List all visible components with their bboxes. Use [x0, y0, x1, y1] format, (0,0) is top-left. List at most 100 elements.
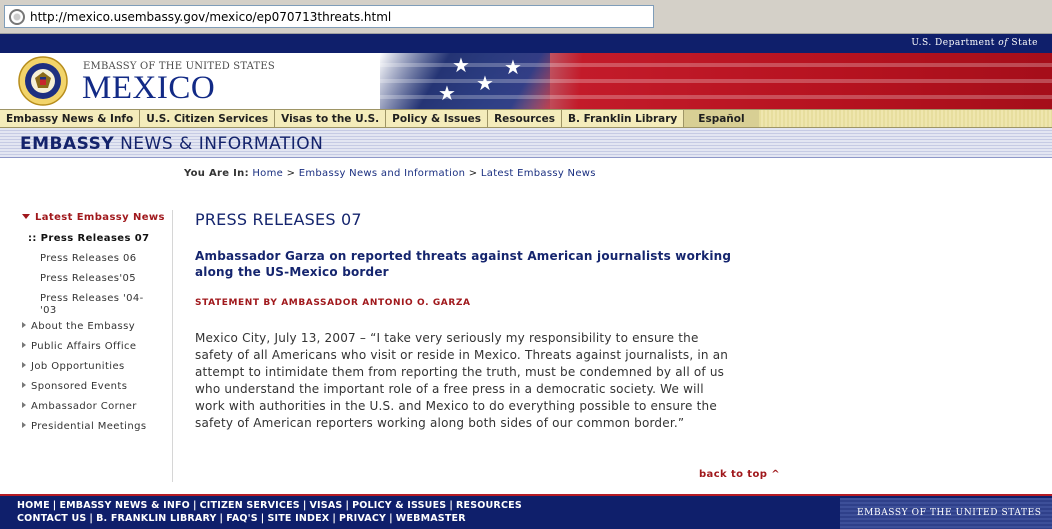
footer-link-citizen[interactable]: CITIZEN SERVICES [200, 500, 300, 511]
footer-link-visas[interactable]: VISAS [310, 500, 343, 511]
sidebar-item-label: Presidential Meetings [31, 421, 147, 432]
footer-link-news[interactable]: EMBASSY NEWS & INFO [59, 500, 190, 511]
address-url[interactable]: http://mexico.usembassy.gov/mexico/ep070… [30, 10, 391, 24]
sidebar-item-label: About the Embassy [31, 321, 136, 332]
flag-stripe [380, 95, 1052, 99]
footer-row-2: CONTACT US | B. FRANKLIN LIBRARY | FAQ'S | SIT… [17, 513, 466, 524]
body-line: safety of American reporters working alo… [195, 416, 685, 430]
sidebar-item-label: Public Affairs Office [31, 341, 137, 352]
footer-sep: | [332, 513, 336, 524]
star-icon: ★ [476, 71, 494, 95]
article-headline: Ambassador Garza on reported threats aga… [195, 248, 770, 280]
nav-citizen-services[interactable]: U.S. Citizen Services [140, 110, 276, 127]
sidebar-item-press-06[interactable]: Press Releases 06 [40, 253, 136, 264]
footer-link-library[interactable]: B. FRANKLIN LIBRARY [96, 513, 216, 524]
breadcrumb-sep: > [283, 168, 299, 179]
footer: HOME | EMBASSY NEWS & INFO | CITIZEN SERVICE… [0, 494, 1052, 529]
sidebar-item-public-affairs[interactable]: Public Affairs Office [22, 341, 136, 352]
address-bar[interactable]: http://mexico.usembassy.gov/mexico/ep070… [4, 5, 654, 28]
footer-sep: | [302, 500, 307, 511]
sidebar-item-about[interactable]: About the Embassy [22, 321, 135, 332]
footer-link-contact[interactable]: CONTACT US [17, 513, 86, 524]
breadcrumb-embassy-news[interactable]: Embassy News and Information [299, 168, 466, 179]
state-department-link[interactable]: U.S. Department of State [911, 38, 1038, 48]
sidebar-item-label: Latest Embassy News [35, 212, 165, 223]
header-banner: EMBASSY OF THE UNITED STATES MEXICO ★ ★ … [0, 53, 1052, 109]
main-nav: Embassy News & Info U.S. Citizen Service… [0, 109, 1052, 128]
footer-sep: | [52, 500, 57, 511]
embassy-seal-icon[interactable] [13, 56, 73, 106]
arrow-right-icon [22, 342, 26, 348]
arrow-right-icon [22, 402, 26, 408]
footer-row-1: HOME | EMBASSY NEWS & INFO | CITIZEN SERVICE… [17, 500, 522, 511]
arrow-right-icon [22, 382, 26, 388]
sidebar-item-ambassador[interactable]: Ambassador Corner [22, 401, 137, 412]
breadcrumb-home[interactable]: Home [252, 168, 283, 179]
sidebar-item-press-05[interactable]: Press Releases'05 [40, 273, 136, 284]
body-line: safety of all Americans who visit or res… [195, 348, 729, 362]
nav-visas[interactable]: Visas to the U.S. [275, 110, 387, 127]
headline-line: Ambassador Garza on reported threats aga… [195, 249, 732, 263]
arrow-down-icon [22, 214, 30, 219]
nav-franklin-library[interactable]: B. Franklin Library [561, 110, 685, 127]
footer-sep: | [389, 513, 393, 524]
arrow-right-icon [22, 362, 26, 368]
body-line: work with authorities in the U.S. and Me… [195, 399, 717, 413]
state-dept-of: of [998, 38, 1009, 48]
browser-toolbar: http://mexico.usembassy.gov/mexico/ep070… [0, 0, 1052, 34]
footer-link-faqs[interactable]: FAQ'S [226, 513, 258, 524]
breadcrumb-latest-news[interactable]: Latest Embassy News [481, 168, 596, 179]
sidebar-divider [172, 210, 173, 482]
page-favicon-icon [9, 8, 25, 25]
sidebar-item-press-07[interactable]: :: Press Releases 07 [28, 233, 149, 244]
state-dept-suffix: State [1008, 38, 1038, 48]
footer-link-policy[interactable]: POLICY & ISSUES [352, 500, 446, 511]
page-title: PRESS RELEASES 07 [195, 210, 362, 229]
body-line: Mexico City, July 13, 2007 – “I take ver… [195, 331, 699, 345]
footer-brand: EMBASSY OF THE UNITED STATES [840, 498, 1052, 529]
breadcrumb-sep: > [465, 168, 481, 179]
sidebar-item-press-03[interactable]: '03 [40, 305, 57, 316]
body-line: attempt to intimidate them from reportin… [195, 365, 725, 379]
footer-link-privacy[interactable]: PRIVACY [339, 513, 386, 524]
breadcrumb: You Are In: Home > Embassy News and Info… [184, 168, 596, 179]
footer-sep: | [219, 513, 224, 524]
sidebar-item-label: Ambassador Corner [31, 401, 137, 412]
star-icon: ★ [438, 81, 456, 105]
flag-stripe [380, 63, 1052, 67]
nav-filler [758, 110, 1052, 127]
state-department-strip: U.S. Department of State [0, 34, 1052, 53]
footer-link-site-index[interactable]: SITE INDEX [267, 513, 329, 524]
section-title-rest: NEWS & INFORMATION [114, 134, 324, 154]
footer-link-webmaster[interactable]: WEBMASTER [396, 513, 466, 524]
nav-espanol[interactable]: Español [684, 110, 759, 127]
sidebar-item-label: Job Opportunities [31, 361, 125, 372]
star-icon: ★ [504, 55, 522, 79]
sidebar-item-events[interactable]: Sponsored Events [22, 381, 127, 392]
back-to-top-link[interactable]: back to top ^ [699, 469, 780, 480]
nav-policy-issues[interactable]: Policy & Issues [386, 110, 489, 127]
section-title: EMBASSY NEWS & INFORMATION [20, 134, 323, 154]
footer-link-home[interactable]: HOME [17, 500, 50, 511]
state-dept-prefix: U.S. Department [911, 38, 999, 48]
footer-link-resources[interactable]: RESOURCES [456, 500, 522, 511]
headline-line: along the US-Mexico border [195, 265, 389, 279]
sidebar-item-presidential[interactable]: Presidential Meetings [22, 421, 146, 432]
sidebar-item-press-04[interactable]: Press Releases '04- [40, 293, 144, 304]
footer-sep: | [345, 500, 350, 511]
section-title-bold: EMBASSY [20, 134, 115, 154]
country-title: MEXICO [82, 70, 216, 106]
sidebar-item-label: Sponsored Events [31, 381, 128, 392]
nav-embassy-news[interactable]: Embassy News & Info [0, 110, 141, 127]
footer-sep: | [192, 500, 197, 511]
nav-resources[interactable]: Resources [488, 110, 562, 127]
footer-brand-text: EMBASSY OF THE UNITED STATES [857, 508, 1042, 518]
sidebar-item-jobs[interactable]: Job Opportunities [22, 361, 125, 372]
footer-sep: | [89, 513, 94, 524]
star-icon: ★ [452, 53, 470, 77]
breadcrumb-label: You Are In: [184, 168, 249, 179]
sidebar-item-latest-news[interactable]: Latest Embassy News [22, 212, 165, 223]
flag-banner-image: ★ ★ ★ ★ [380, 53, 1052, 109]
footer-sep: | [449, 500, 453, 511]
body-line: who understand the important role of a f… [195, 382, 704, 396]
